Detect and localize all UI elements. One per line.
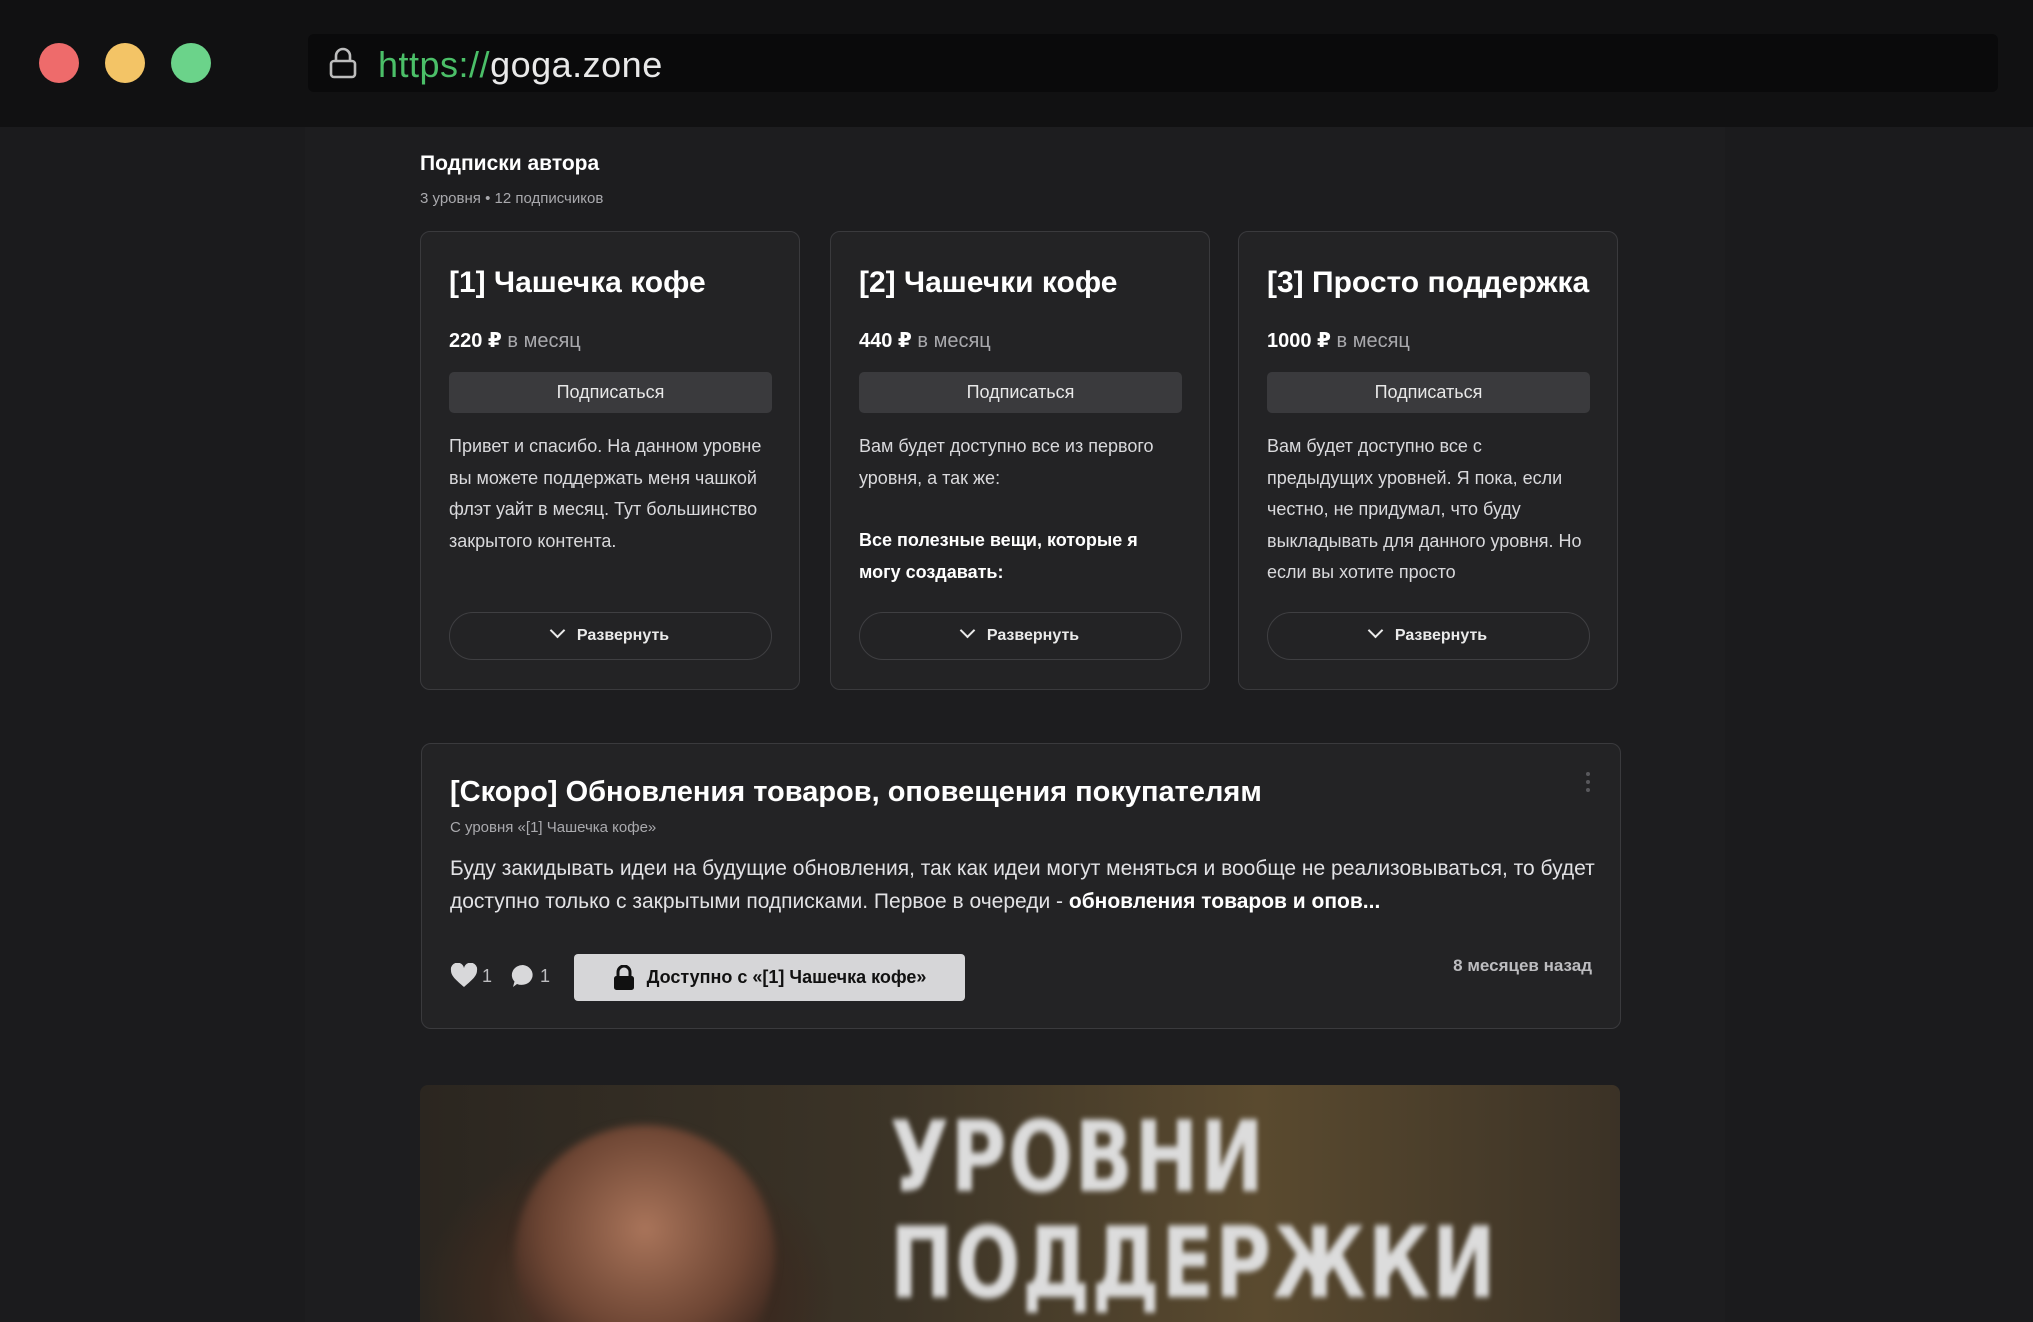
expand-label: Развернуть <box>1394 627 1488 644</box>
lock-icon <box>329 47 357 79</box>
expand-button[interactable]: Развернуть <box>1267 612 1590 660</box>
tier-description: Привет и спасибо. На данном уровне вы мо… <box>449 436 762 551</box>
window-minimize-button[interactable] <box>105 43 145 83</box>
tier-description: Вам будет доступно все из первого уровня… <box>859 431 1184 588</box>
cover-title-line-2: ПОДДЕРЖКИ <box>890 1207 1498 1321</box>
tier-card-2: [2] Чашечки кофе 440 ₽ в месяц Подписать… <box>830 231 1210 690</box>
window-maximize-button[interactable] <box>171 43 211 83</box>
subscriptions-subtitle: 3 уровня • 12 подписчиков <box>420 190 604 207</box>
url-text: https://goga.zone <box>378 44 663 86</box>
subscriptions-title: Подписки автора <box>420 152 600 175</box>
tier-title: [2] Чашечки кофе <box>859 266 1118 299</box>
cover-title-line-1: УРОВНИ <box>890 1101 1266 1215</box>
price-period: в месяц <box>1336 330 1410 352</box>
chevron-down-icon <box>1367 622 1384 639</box>
address-bar[interactable]: https://goga.zone <box>308 34 1998 92</box>
subscribe-button[interactable]: Подписаться <box>449 372 772 413</box>
subscribe-button[interactable]: Подписаться <box>859 372 1182 413</box>
post-tier-note: С уровня «[1] Чашечка кофе» <box>450 819 657 836</box>
likes-count: 1 <box>482 965 493 986</box>
post-cover-image[interactable]: УРОВНИ ПОДДЕРЖКИ <box>420 1085 1620 1322</box>
price-amount: 1000 ₽ <box>1267 330 1331 352</box>
access-label: Доступно с «[1] Чашечка кофе» <box>646 967 927 987</box>
post-body-text: Буду закидывать идеи на будущие обновлен… <box>450 857 1595 913</box>
expand-label: Развернуть <box>986 627 1080 644</box>
price-period: в месяц <box>917 330 991 352</box>
comment-button[interactable]: 1 <box>510 963 550 989</box>
tier-price: 440 ₽ в месяц <box>859 328 991 353</box>
tier-description: Вам будет доступно все с предыдущих уров… <box>1267 436 1582 582</box>
tier-description-bold: Все полезные вещи, которые я могу создав… <box>859 530 1138 582</box>
chevron-down-icon <box>959 622 976 639</box>
price-amount: 440 ₽ <box>859 330 912 352</box>
cover-portrait <box>515 1125 775 1322</box>
like-button[interactable]: 1 <box>450 963 492 989</box>
price-amount: 220 ₽ <box>449 330 502 352</box>
expand-button[interactable]: Развернуть <box>449 612 772 660</box>
tier-card-3: [3] Просто поддержка 1000 ₽ в месяц Подп… <box>1238 231 1618 690</box>
tier-price: 1000 ₽ в месяц <box>1267 328 1410 353</box>
more-options-icon[interactable] <box>1586 772 1590 796</box>
post-body: Буду закидывать идеи на будущие обновлен… <box>450 852 1600 918</box>
url-scheme: https:// <box>378 44 491 85</box>
post-card: [Скоро] Обновления товаров, оповещения п… <box>421 743 1621 1029</box>
price-period: в месяц <box>507 330 581 352</box>
comment-icon <box>511 964 533 987</box>
url-host: goga.zone <box>490 44 663 85</box>
tier-price: 220 ₽ в месяц <box>449 328 581 353</box>
chevron-down-icon <box>549 622 566 639</box>
post-timestamp: 8 месяцев назад <box>1453 956 1592 975</box>
heart-icon <box>450 963 478 987</box>
access-tier-button[interactable]: Доступно с «[1] Чашечка кофе» <box>574 954 965 1001</box>
window-close-button[interactable] <box>39 43 79 83</box>
cover-title: УРОВНИ ПОДДЕРЖКИ <box>890 1105 1497 1317</box>
tier-title: [3] Просто поддержка <box>1267 266 1590 299</box>
tier-description-text: Вам будет доступно все из первого уровня… <box>859 436 1154 488</box>
subscribe-button[interactable]: Подписаться <box>1267 372 1590 413</box>
tier-card-1: [1] Чашечка кофе 220 ₽ в месяц Подписать… <box>420 231 800 690</box>
comments-count: 1 <box>540 965 551 986</box>
tier-title: [1] Чашечка кофе <box>449 266 706 299</box>
post-title[interactable]: [Скоро] Обновления товаров, оповещения п… <box>450 776 1262 809</box>
expand-button[interactable]: Развернуть <box>859 612 1182 660</box>
lock-icon <box>613 964 634 990</box>
browser-chrome: https://goga.zone <box>0 0 2033 127</box>
expand-label: Развернуть <box>576 627 670 644</box>
post-body-bold: обновления товаров и опов... <box>1068 890 1381 913</box>
